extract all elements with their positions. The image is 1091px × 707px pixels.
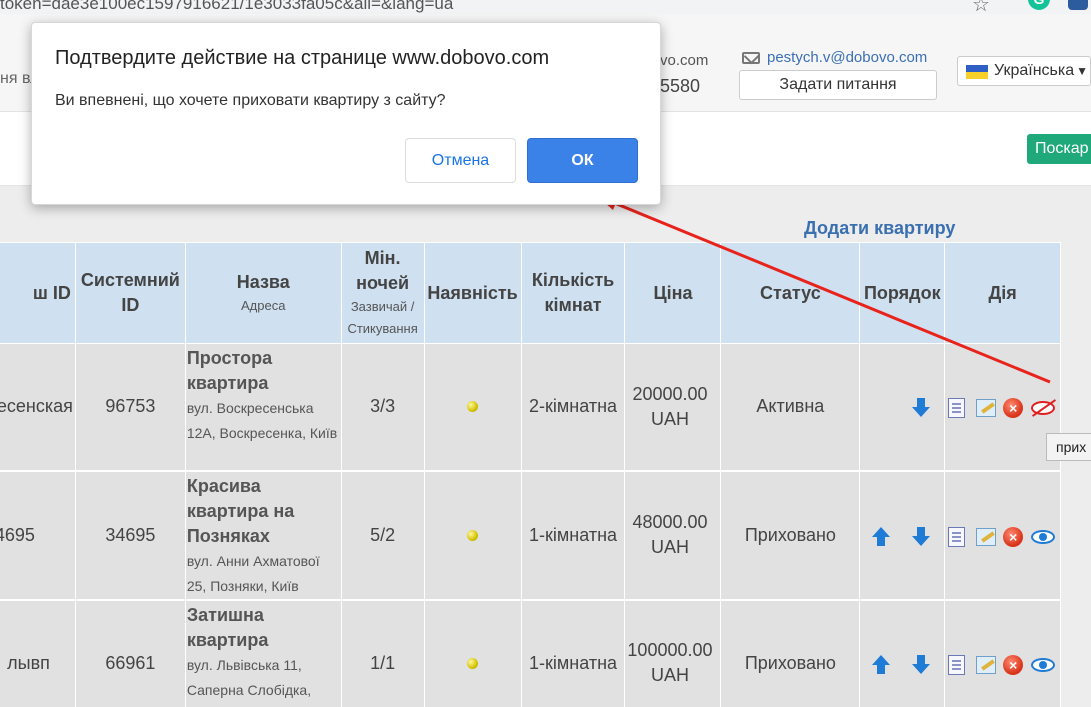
cell-nights: 1/1 xyxy=(341,599,425,707)
view-details-icon[interactable] xyxy=(948,526,966,547)
cell-rooms: 2-кімнатна xyxy=(521,343,626,472)
delete-icon[interactable]: × xyxy=(1003,526,1024,547)
col-header-price[interactable]: Ціна xyxy=(624,242,722,344)
move-down-icon[interactable] xyxy=(912,398,932,418)
ok-button[interactable]: ОК xyxy=(527,138,638,183)
edit-icon[interactable] xyxy=(976,527,997,546)
url-text[interactable]: token=dae3e100ec1597916621/1e3033fa05c&a… xyxy=(0,0,453,14)
col-header-system-id[interactable]: Системний ID xyxy=(74,242,186,344)
apartment-title[interactable]: Простора квартира xyxy=(187,346,341,396)
header-contact-phone-partial: 5580 xyxy=(660,76,701,96)
move-down-icon[interactable] xyxy=(912,654,932,675)
mail-icon xyxy=(742,52,760,64)
dialog-title: Подтвердите действие на странице www.dob… xyxy=(55,47,550,69)
col-header-availability[interactable]: Наявність xyxy=(423,242,522,344)
bookmark-star-icon[interactable]: ☆ xyxy=(972,0,990,14)
cell-ext-id: 4695 xyxy=(0,470,76,601)
header-contact-email-partial: vo.com xyxy=(660,52,709,69)
move-down-icon[interactable] xyxy=(912,526,932,547)
apartment-address: вул. Воскресенська 12А, Воскресенка, Киї… xyxy=(186,400,338,441)
cell-actions: × xyxy=(944,599,1061,707)
edit-icon[interactable] xyxy=(976,655,997,674)
ukraine-flag-icon xyxy=(966,65,988,79)
browser-url-bar[interactable]: token=dae3e100ec1597916621/1e3033fa05c&a… xyxy=(0,0,1091,14)
col-header-min-nights-label: Мін. ночей xyxy=(356,248,410,293)
cell-availability xyxy=(424,343,522,472)
cell-price: 48000.00 UAH xyxy=(624,470,722,601)
chevron-down-icon: ▼ xyxy=(1076,64,1088,78)
cell-order xyxy=(859,343,946,472)
ask-question-button[interactable]: Задати питання xyxy=(739,70,937,100)
complain-button[interactable]: Поскар xyxy=(1027,134,1091,164)
move-up-icon[interactable] xyxy=(872,654,891,674)
cell-status: Активна xyxy=(720,343,861,472)
language-label: Українська xyxy=(994,62,1075,79)
edit-icon[interactable] xyxy=(976,399,997,418)
cell-nights: 3/3 xyxy=(341,343,425,472)
col-header-min-nights-sub: Зазвичай / Стикування xyxy=(347,299,418,336)
cell-availability xyxy=(424,470,522,601)
view-details-icon[interactable] xyxy=(948,654,966,675)
extension-icon[interactable] xyxy=(1068,0,1088,10)
cell-system-id: 66961 xyxy=(75,599,186,707)
apartments-content: Додати квартиру ш ID Системний ID Назва А… xyxy=(0,186,1091,707)
col-header-order[interactable]: Порядок xyxy=(859,242,946,344)
cell-name: Затишна квартира вул. Львівська 11, Сапе… xyxy=(185,599,342,707)
grammarly-extension-icon[interactable]: G xyxy=(1028,0,1050,10)
table-row: есенская 96753 Простора квартира вул. Во… xyxy=(0,343,1061,472)
col-header-address-label: Адреса xyxy=(241,297,286,313)
add-apartment-link[interactable]: Додати квартиру xyxy=(804,218,955,239)
table-row: лывп 66961 Затишна квартира вул. Львівсь… xyxy=(0,599,1061,707)
availability-indicator-icon[interactable] xyxy=(467,657,479,669)
language-select[interactable]: Українська ▼ xyxy=(957,56,1091,86)
cell-status: Приховано xyxy=(720,599,861,707)
cell-rooms: 1-кімнатна xyxy=(521,470,626,601)
confirm-dialog: Подтвердите действие на странице www.dob… xyxy=(31,22,661,205)
move-up-icon[interactable] xyxy=(872,526,891,546)
col-header-action: Дія xyxy=(944,242,1061,344)
hide-tooltip: прих xyxy=(1046,433,1091,461)
table-header-row: ш ID Системний ID Назва Адреса Мін. ночей… xyxy=(0,242,1061,344)
manager-email-link[interactable]: pestych.v@dobovo.com xyxy=(767,49,927,66)
cell-nights: 5/2 xyxy=(341,470,425,601)
apartments-table: ш ID Системний ID Назва Адреса Мін. ночей… xyxy=(0,242,1061,707)
cell-order xyxy=(859,470,946,601)
table-row: 4695 34695 Красива квартира на Позняках … xyxy=(0,470,1061,601)
cell-system-id: 96753 xyxy=(75,343,186,472)
col-header-rooms[interactable]: Кількість кімнат xyxy=(520,242,626,344)
cell-ext-id: есенская xyxy=(0,343,76,472)
cell-availability xyxy=(424,599,522,707)
show-eye-icon[interactable] xyxy=(1031,657,1056,672)
delete-icon[interactable]: × xyxy=(1003,398,1024,419)
cell-system-id: 34695 xyxy=(75,470,186,601)
availability-indicator-icon[interactable] xyxy=(467,529,479,541)
cell-name: Простора квартира вул. Воскресенська 12А… xyxy=(185,343,342,472)
cell-actions: × xyxy=(944,470,1061,601)
apartment-title[interactable]: Красива квартира на Позняках xyxy=(187,474,341,549)
cell-price: 20000.00 UAH xyxy=(624,343,722,472)
dialog-message: Ви впевнені, що хочете приховати квартир… xyxy=(55,92,446,109)
col-header-name-label: Назва xyxy=(236,271,290,292)
col-header-min-nights[interactable]: Мін. ночей Зазвичай / Стикування xyxy=(340,242,425,344)
cell-actions: × xyxy=(944,343,1061,472)
cell-price: 100000.00 UAH xyxy=(624,599,722,707)
show-eye-icon[interactable] xyxy=(1031,529,1056,544)
delete-icon[interactable]: × xyxy=(1003,654,1024,675)
col-header-name[interactable]: Назва Адреса xyxy=(184,242,342,344)
col-header-ext-id[interactable]: ш ID xyxy=(0,242,76,344)
col-header-status[interactable]: Статус xyxy=(720,242,861,344)
cell-name: Красива квартира на Позняках вул. Анни А… xyxy=(185,470,342,601)
apartment-address: вул. Львівська 11, Саперна Слобідка, xyxy=(186,656,312,698)
cancel-button[interactable]: Отмена xyxy=(405,138,516,183)
availability-indicator-icon[interactable] xyxy=(467,401,479,413)
hide-eye-icon[interactable] xyxy=(1031,401,1056,416)
cell-rooms: 1-кімнатна xyxy=(521,599,626,707)
cell-order xyxy=(859,599,946,707)
cell-status: Приховано xyxy=(720,470,861,601)
apartment-address: вул. Анни Ахматової 25, Позняки, Київ xyxy=(186,552,320,594)
cell-ext-id: лывп xyxy=(0,599,76,707)
view-details-icon[interactable] xyxy=(948,398,966,419)
apartment-title[interactable]: Затишна квартира xyxy=(187,603,341,653)
